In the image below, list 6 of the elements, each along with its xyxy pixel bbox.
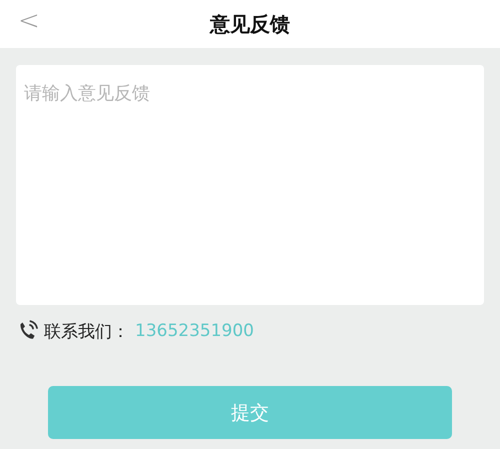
feedback-field[interactable]: 请输入意见反馈 [16, 65, 484, 305]
phone-link[interactable]: 13652351900 [135, 321, 254, 341]
submit-button[interactable]: 提交 [48, 386, 452, 439]
page-title: 意见反馈 [210, 10, 290, 38]
back-button[interactable]: < [14, 6, 44, 36]
contact-label: 联系我们： [44, 320, 129, 342]
